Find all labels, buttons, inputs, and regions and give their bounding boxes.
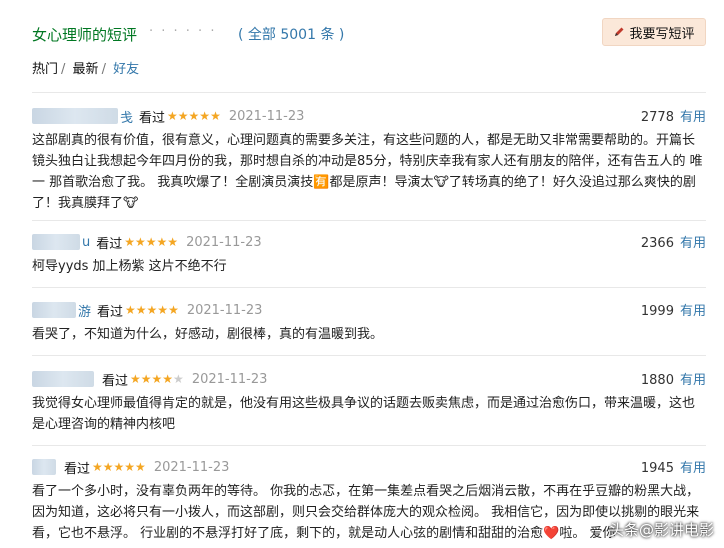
review-item: 游 看过 ★★★★★ 2021-11-23 1999 有用 看哭了，不知道为什么，… (32, 300, 706, 345)
review-date: 2021-11-23 (186, 302, 263, 318)
useful-button[interactable]: 有用 (680, 304, 706, 319)
divider (32, 355, 706, 356)
useful-button[interactable]: 有用 (680, 110, 706, 125)
vote-count: 1880 (640, 373, 674, 388)
username-link[interactable]: 戋 (120, 107, 133, 126)
blurred-username (32, 371, 94, 387)
vote-count: 1999 (640, 304, 674, 319)
divider (32, 445, 706, 446)
watched-label: 看过 (64, 461, 91, 477)
review-item: 看过 ★★★★★ 2021-11-23 1945 有用 看了一个多小时，没有辜负两… (32, 457, 706, 544)
review-item: 戋 看过 ★★★★★ 2021-11-23 2778 有用 这部剧真的很有价值，很… (32, 106, 706, 214)
rating-stars: ★★★★★ (167, 109, 221, 123)
review-text: 柯导yyds 加上杨紫 这片不绝不行 (32, 259, 227, 274)
divider (32, 220, 706, 221)
all-comments-link[interactable]: ( 全部 5001 条 ) (238, 24, 344, 44)
pencil-icon (613, 26, 625, 38)
rating-stars: ★★★★★ (125, 303, 179, 317)
rating-stars: ★★★★★ (130, 372, 184, 386)
username-link[interactable]: 游 (78, 301, 91, 320)
rating-stars: ★★★★★ (124, 235, 179, 249)
watermark: 头条@影讲电影 (608, 521, 714, 539)
vote-count: 2778 (640, 110, 674, 125)
rating-stars: ★★★★★ (92, 460, 146, 474)
blurred-username (32, 108, 118, 124)
useful-button[interactable]: 有用 (680, 373, 706, 388)
title-dots: · · · · · · (149, 24, 217, 39)
vote-count: 2366 (640, 236, 674, 251)
sort-tabs: 热门 / 最新 / 好友 (32, 62, 140, 77)
review-text: 这部剧真的很有价值，很有意义，心理问题真的需要多关注，有这些问题的人，都是无助又… (32, 133, 703, 211)
review-text: 我觉得女心理师最值得肯定的就是，他没有用这些极具争议的话题去贩卖焦虑，而是通过治… (32, 396, 696, 432)
username-link[interactable]: u (82, 235, 90, 250)
watched-label: 看过 (97, 304, 124, 320)
tab-hot[interactable]: 热门 (32, 62, 58, 77)
review-item: u 看过 ★★★★★ 2021-11-23 2366 有用 柯导yyds 加上杨紫… (32, 232, 706, 277)
divider (32, 287, 706, 288)
review-date: 2021-11-23 (153, 459, 230, 475)
vote-count: 1945 (640, 461, 674, 476)
watched-label: 看过 (102, 373, 129, 389)
watched-label: 看过 (96, 236, 123, 252)
watched-label: 看过 (139, 110, 166, 126)
tab-latest[interactable]: 最新 (73, 62, 99, 77)
comments-header: 女心理师的短评 · · · · · · ( 全部 5001 条 ) 我要写短评 (32, 18, 706, 48)
useful-button[interactable]: 有用 (680, 461, 706, 476)
review-date: 2021-11-23 (191, 371, 268, 387)
review-text: 看哭了，不知道为什么，好感动，剧很棒，真的有温暖到我。 (32, 327, 384, 342)
review-item: 看过 ★★★★★ 2021-11-23 1880 有用 我觉得女心理师最值得肯定的… (32, 369, 706, 435)
page-title: 女心理师的短评 (32, 26, 138, 44)
write-review-label: 我要写短评 (629, 26, 695, 42)
review-date: 2021-11-23 (228, 108, 305, 124)
review-date: 2021-11-23 (186, 234, 262, 250)
review-text: 看了一个多小时，没有辜负两年的等待。 你我的忐忑，在第一集差点看哭之后烟消云散，… (32, 484, 700, 541)
useful-button[interactable]: 有用 (680, 236, 706, 251)
write-review-button[interactable]: 我要写短评 (602, 18, 706, 46)
blurred-username (32, 234, 80, 250)
blurred-username (32, 459, 56, 475)
divider (32, 92, 706, 93)
blurred-username (32, 302, 76, 318)
tab-friends[interactable]: 好友 (113, 62, 139, 77)
